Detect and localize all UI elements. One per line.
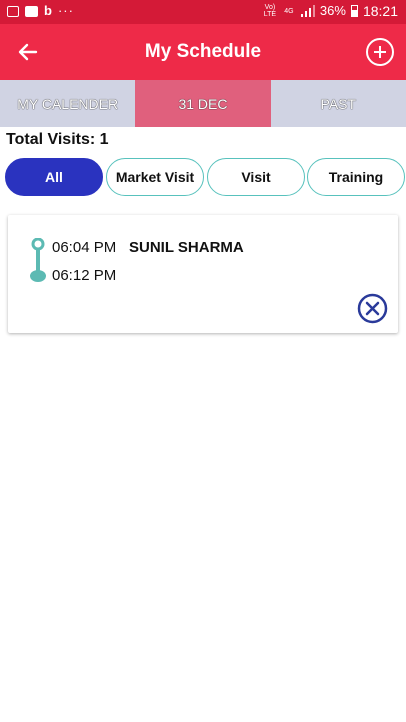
gallery-icon xyxy=(7,5,19,17)
filter-training[interactable]: Training xyxy=(307,158,405,196)
visit-start-time: 06:04 PM xyxy=(52,239,117,256)
filter-market-visit[interactable]: Market Visit xyxy=(106,158,204,196)
outlook-icon xyxy=(25,5,38,17)
clock: 18:21 xyxy=(362,3,398,19)
tab-past[interactable]: PAST xyxy=(270,80,406,127)
app-bar: My Schedule xyxy=(0,24,406,80)
tab-my-calender[interactable]: MY CALENDER xyxy=(0,80,136,127)
visit-card[interactable]: 06:04 PM 06:12 PM SUNIL SHARMA xyxy=(8,215,398,333)
timeline-icon xyxy=(30,238,46,282)
signal-icon xyxy=(300,5,315,17)
add-button[interactable] xyxy=(366,38,394,66)
filter-all[interactable]: All xyxy=(5,158,103,196)
battery-percent: 36% xyxy=(319,3,346,18)
cancel-visit-button[interactable] xyxy=(357,293,388,324)
filter-visit[interactable]: Visit xyxy=(207,158,305,196)
battery-icon xyxy=(350,5,358,17)
volte-indicator: Vo) LTE xyxy=(263,4,277,18)
total-visits: Total Visits: 1 xyxy=(6,131,109,148)
visit-name: SUNIL SHARMA xyxy=(129,239,244,256)
visit-end-time: 06:12 PM xyxy=(52,267,117,284)
schedule-tabs: MY CALENDER 31 DEC PAST xyxy=(0,80,406,127)
more-dots-icon: ··· xyxy=(57,3,74,18)
page-title: My Schedule xyxy=(144,41,262,62)
tab-31-dec[interactable]: 31 DEC xyxy=(135,80,271,127)
network-indicator: 4G xyxy=(284,7,294,15)
status-bar: b ··· Vo) LTE 4G 36% 18:21 xyxy=(0,0,406,24)
b-icon: b xyxy=(44,3,52,18)
